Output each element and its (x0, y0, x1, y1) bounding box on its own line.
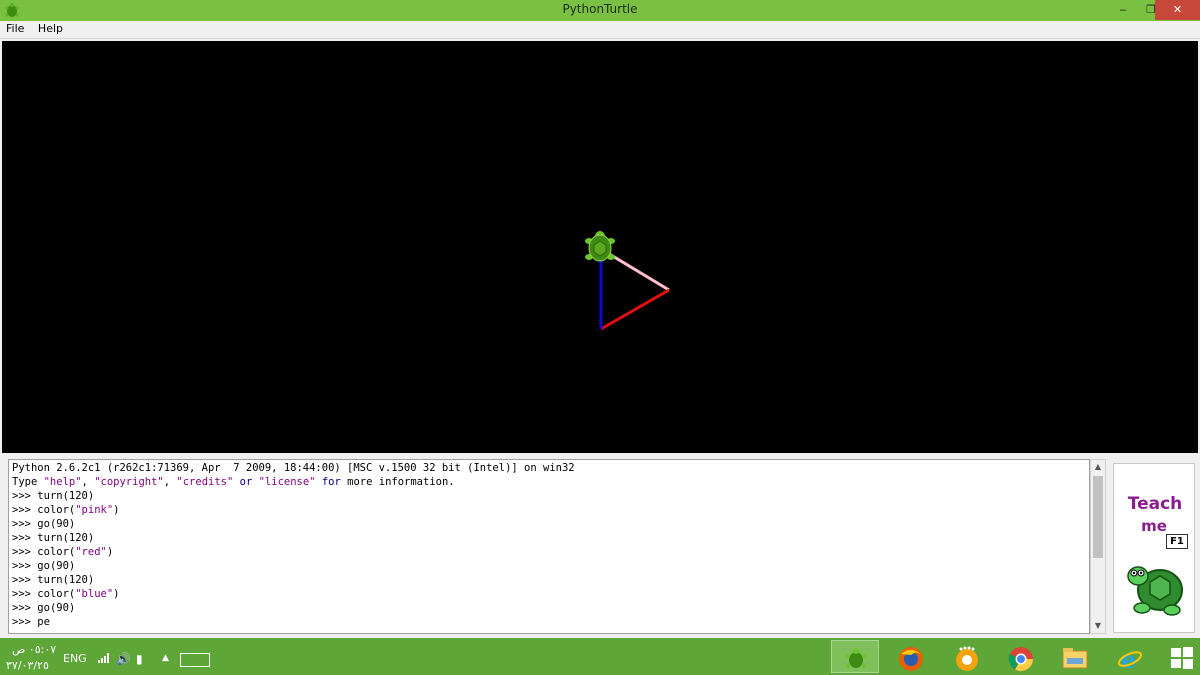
minimize-icon: ‒ (1119, 3, 1127, 16)
teach-label: Teach (1127, 494, 1183, 514)
teach-me-button[interactable]: Teach me F1 (1113, 463, 1195, 633)
red-line (600, 288, 670, 331)
close-icon: ✕ (1172, 3, 1183, 16)
shell-line: >>> turn(120) (12, 532, 95, 544)
shell-line: >>> go(90) (12, 518, 76, 530)
me-label: me (1141, 517, 1167, 535)
window-title: PythonTurtle (562, 2, 638, 16)
language-indicator[interactable]: ENG (63, 652, 87, 665)
shell-header-line1: Python 2.6.2c1 (r262c1:71369, Apr 7 2009… (12, 462, 575, 474)
shell-header-line2: Type "help", "copyright", "credits" or "… (12, 476, 455, 488)
firefox-icon (899, 647, 923, 671)
signal-icon[interactable] (98, 653, 112, 663)
turtle-taskbar-icon (846, 648, 866, 668)
shell-line: >>> go(90) (12, 602, 76, 614)
turtle-canvas (2, 41, 1198, 453)
taskbar-file-explorer[interactable] (1050, 640, 1098, 673)
menu-help[interactable]: Help (32, 21, 67, 35)
menu-file[interactable]: File (0, 21, 28, 35)
taskbar-chrome[interactable] (996, 640, 1044, 673)
scroll-down-icon[interactable]: ▼ (1091, 619, 1105, 633)
title-bar[interactable]: PythonTurtle ‒ ❐ ✕ (0, 0, 1200, 21)
keyboard-icon[interactable] (180, 653, 210, 667)
canvas-frame (0, 39, 1200, 455)
taskbar-media-player[interactable] (942, 640, 990, 673)
battery-icon[interactable]: ▮ (136, 652, 143, 666)
shell-line: >>> color("pink") (12, 504, 120, 516)
media-player-icon (956, 646, 978, 671)
volume-icon[interactable]: 🔊 (116, 652, 131, 666)
chrome-icon (1008, 647, 1033, 672)
shell-line: >>> color("blue") (12, 588, 120, 600)
shell-line: >>> turn(120) (12, 490, 95, 502)
show-hidden-icons-icon[interactable]: ▲ (162, 653, 169, 663)
close-button[interactable]: ✕ (1155, 0, 1200, 20)
internet-explorer-icon: e (1117, 646, 1143, 672)
taskbar: ٠٥:٠٧ ص ٣٧/٠٣/٢٥ ENG 🔊 ▮ ▲ e (0, 638, 1200, 675)
f1-shortcut-badge: F1 (1166, 534, 1188, 549)
menu-bar: File Help (0, 21, 1200, 39)
scroll-thumb[interactable] (1093, 476, 1103, 558)
shell-area: Python 2.6.2c1 (r262c1:71369, Apr 7 2009… (0, 455, 1200, 638)
turtle-icon (585, 231, 615, 262)
windows-logo-icon (1171, 647, 1193, 669)
scroll-up-icon[interactable]: ▲ (1091, 460, 1105, 474)
shell-scrollbar[interactable]: ▲ ▼ (1090, 459, 1106, 634)
svg-text:e: e (1121, 646, 1136, 672)
taskbar-internet-explorer[interactable]: e (1105, 640, 1153, 673)
python-shell[interactable]: Python 2.6.2c1 (r262c1:71369, Apr 7 2009… (8, 459, 1090, 634)
clock-date[interactable]: ٣٧/٠٣/٢٥ (6, 659, 62, 672)
taskbar-pythonturtle[interactable] (831, 640, 879, 673)
turtle-drawing (585, 231, 670, 331)
shell-line: >>> go(90) (12, 560, 76, 572)
taskbar-firefox[interactable] (886, 640, 934, 673)
start-button[interactable] (1158, 640, 1200, 673)
minimize-button[interactable]: ‒ (1110, 0, 1136, 20)
file-explorer-icon (1062, 648, 1088, 669)
shell-input-line[interactable]: >>> pe (12, 615, 1089, 629)
shell-line: >>> turn(120) (12, 574, 95, 586)
clock-time[interactable]: ٠٥:٠٧ ص (12, 643, 62, 656)
teach-turtle-icon (1127, 566, 1183, 616)
shell-line: >>> color("red") (12, 546, 114, 558)
